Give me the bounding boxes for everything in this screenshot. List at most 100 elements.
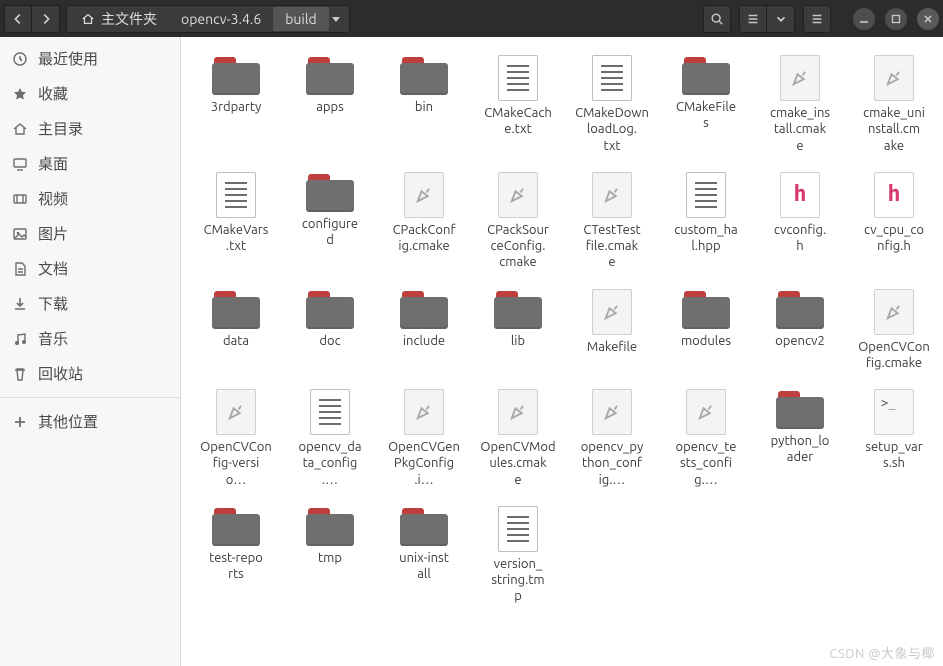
sidebar-item-trash[interactable]: 回收站 — [0, 356, 180, 391]
file-item[interactable]: opencv_py thon_conf ig.… — [565, 381, 659, 498]
text-file-icon — [498, 55, 538, 101]
file-item[interactable]: OpenCVMod ules.cmak e — [471, 381, 565, 498]
folder-icon — [494, 291, 542, 329]
folder-icon — [400, 57, 448, 95]
text-file-icon — [216, 172, 256, 218]
folder-item[interactable]: 3rdparty — [189, 47, 283, 164]
sidebar-item-image[interactable]: 图片 — [0, 216, 180, 251]
file-label: 3rdparty — [211, 99, 261, 115]
file-label: bin — [415, 99, 433, 115]
text-file-icon — [686, 172, 726, 218]
file-item[interactable]: OpenCVCon fig-versi o… — [189, 381, 283, 498]
file-label: python_lo ader — [771, 433, 830, 466]
view-options-button[interactable] — [767, 5, 795, 33]
sidebar-item-clock[interactable]: 最近使用 — [0, 41, 180, 76]
folder-item[interactable]: bin — [377, 47, 471, 164]
file-label: OpenCVGen PkgConfig .i… — [388, 439, 460, 488]
breadcrumb-item[interactable]: opencv-3.4.6 — [169, 7, 273, 31]
folder-item[interactable]: configure d — [283, 164, 377, 281]
list-icon — [746, 12, 760, 26]
file-label: test-repo rts — [209, 550, 263, 583]
sidebar-item-label: 主目录 — [38, 118, 83, 139]
file-item[interactable]: CMakeVars .txt — [189, 164, 283, 281]
file-item[interactable]: CMakeCach e.txt — [471, 47, 565, 164]
folder-item[interactable]: opencv2 — [753, 281, 847, 382]
folder-item[interactable]: test-repo rts — [189, 498, 283, 615]
breadcrumb-dropdown[interactable] — [329, 10, 347, 28]
file-label: opencv2 — [775, 333, 825, 349]
file-item[interactable]: opencv_te sts_confi g.… — [659, 381, 753, 498]
main: 最近使用收藏主目录桌面视频图片文档下载音乐回收站其他位置 3rdparty app… — [0, 37, 943, 666]
sidebar-item-download[interactable]: 下载 — [0, 286, 180, 321]
folder-item[interactable]: python_lo ader — [753, 381, 847, 498]
file-label: OpenCVCon fig.cmake — [858, 339, 930, 372]
folder-item[interactable]: unix-inst all — [377, 498, 471, 615]
text-file-icon — [592, 55, 632, 101]
file-label: CMakeCach e.txt — [484, 105, 552, 138]
forward-button[interactable] — [32, 5, 60, 33]
breadcrumb-item[interactable]: 主文件夹 — [69, 7, 169, 31]
file-item[interactable]: CMakeDown loadLog. txt — [565, 47, 659, 164]
close-button[interactable] — [917, 8, 939, 30]
sidebar: 最近使用收藏主目录桌面视频图片文档下载音乐回收站其他位置 — [0, 37, 181, 666]
build-file-icon — [404, 389, 444, 435]
file-item[interactable]: hcv_cpu_co nfig.h — [847, 164, 941, 281]
folder-item[interactable]: CMakeFile s — [659, 47, 753, 164]
sidebar-item-star[interactable]: 收藏 — [0, 76, 180, 111]
shell-file-icon: >_ — [874, 389, 914, 435]
download-icon — [12, 296, 28, 312]
file-item[interactable]: Makefile — [565, 281, 659, 382]
folder-item[interactable]: include — [377, 281, 471, 382]
build-file-icon — [874, 289, 914, 335]
folder-item[interactable]: tmp — [283, 498, 377, 615]
sidebar-item-label: 文档 — [38, 258, 68, 279]
file-label: opencv_py thon_conf ig.… — [581, 439, 644, 488]
minimize-button[interactable] — [853, 8, 875, 30]
file-label: apps — [316, 99, 344, 115]
search-button[interactable] — [703, 5, 731, 33]
sidebar-item-document[interactable]: 文档 — [0, 251, 180, 286]
maximize-button[interactable] — [885, 8, 907, 30]
file-item[interactable]: OpenCVCon fig.cmake — [847, 281, 941, 382]
file-label: setup_var s.sh — [865, 439, 922, 472]
file-item[interactable]: CPackConf ig.cmake — [377, 164, 471, 281]
sidebar-item-home[interactable]: 主目录 — [0, 111, 180, 146]
menu-icon — [810, 12, 824, 26]
file-label: Makefile — [587, 339, 637, 355]
sidebar-item-video[interactable]: 视频 — [0, 181, 180, 216]
build-file-icon — [498, 389, 538, 435]
folder-item[interactable]: modules — [659, 281, 753, 382]
file-item[interactable]: OpenCVGen PkgConfig .i… — [377, 381, 471, 498]
file-item[interactable]: hcvconfig. h — [753, 164, 847, 281]
hamburger-menu-button[interactable] — [803, 5, 831, 33]
folder-item[interactable]: lib — [471, 281, 565, 382]
file-item[interactable]: opencv_da ta_config .… — [283, 381, 377, 498]
list-view-button[interactable] — [739, 5, 767, 33]
file-item[interactable]: cmake_uni nstall.cm ake — [847, 47, 941, 164]
file-label: unix-inst all — [399, 550, 449, 583]
video-icon — [12, 191, 28, 207]
file-item[interactable]: CPackSour ceConfig. cmake — [471, 164, 565, 281]
breadcrumb-item[interactable]: build — [273, 7, 328, 31]
sidebar-item-other-locations[interactable]: 其他位置 — [0, 404, 180, 439]
sidebar-item-music[interactable]: 音乐 — [0, 321, 180, 356]
folder-item[interactable]: doc — [283, 281, 377, 382]
file-label: cmake_ins tall.cmak e — [770, 105, 830, 154]
build-file-icon — [686, 389, 726, 435]
chevron-left-icon — [11, 12, 25, 26]
back-button[interactable] — [4, 5, 32, 33]
breadcrumb-label: opencv-3.4.6 — [181, 11, 261, 27]
folder-icon — [682, 57, 730, 95]
file-item[interactable]: version_ string.tm p — [471, 498, 565, 615]
file-item[interactable]: CTestTest file.cmak e — [565, 164, 659, 281]
file-item[interactable]: cmake_ins tall.cmak e — [753, 47, 847, 164]
file-item[interactable]: custom_ha l.hpp — [659, 164, 753, 281]
file-item[interactable]: >_ setup_var s.sh — [847, 381, 941, 498]
folder-item[interactable]: apps — [283, 47, 377, 164]
file-label: modules — [681, 333, 731, 349]
music-icon — [12, 331, 28, 347]
minimize-icon — [859, 14, 869, 24]
folder-icon — [776, 391, 824, 429]
sidebar-item-desktop[interactable]: 桌面 — [0, 146, 180, 181]
folder-item[interactable]: data — [189, 281, 283, 382]
